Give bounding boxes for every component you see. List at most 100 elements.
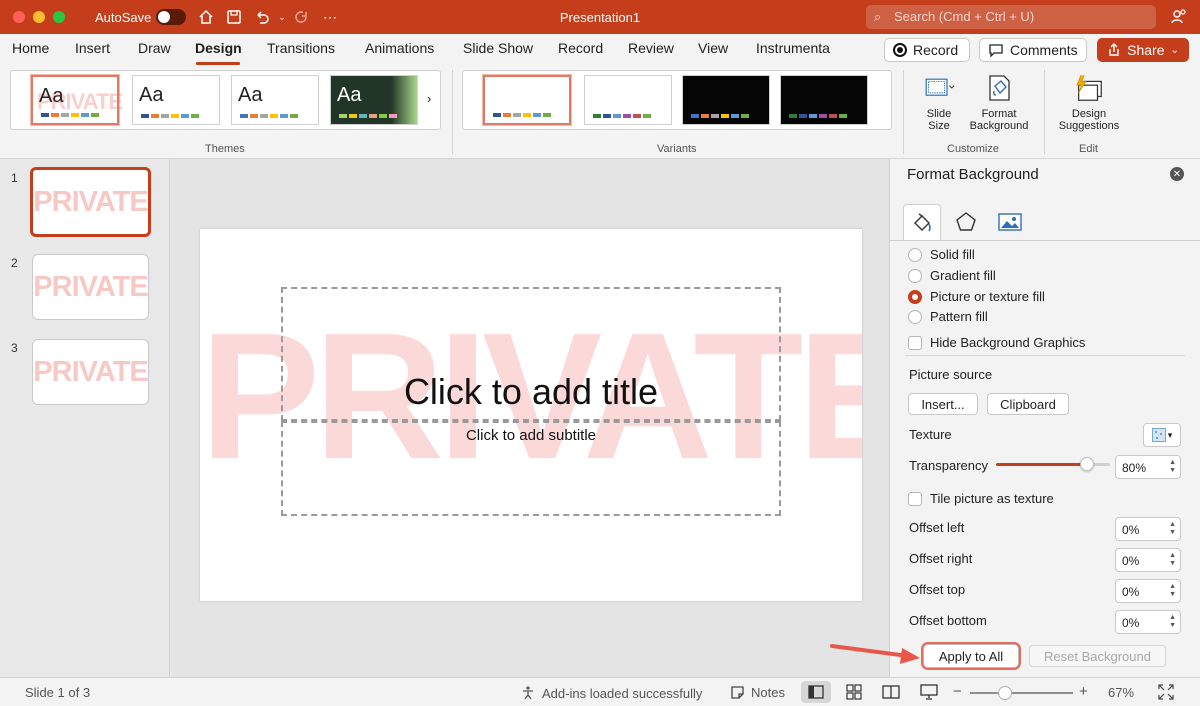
slide-size-button[interactable]: Slide Size: [914, 72, 964, 132]
notes-button[interactable]: Notes: [730, 685, 785, 700]
save-icon[interactable]: [224, 7, 244, 27]
offset-top-input[interactable]: 0% ▲ ▼: [1115, 579, 1181, 603]
zoom-level[interactable]: 67%: [1108, 685, 1134, 700]
slide-thumbnail-3[interactable]: PRIVATE: [32, 339, 149, 405]
slide-number: 1: [11, 171, 18, 185]
zoom-window-button[interactable]: [53, 11, 65, 23]
share-button[interactable]: Share ⌄: [1097, 38, 1189, 62]
tab-slide-show[interactable]: Slide Show: [463, 40, 533, 56]
title-placeholder[interactable]: Click to add title: [281, 287, 781, 421]
tab-design[interactable]: Design: [195, 40, 242, 56]
checkbox[interactable]: [908, 491, 922, 506]
variant-4[interactable]: [780, 75, 868, 125]
format-background-label-line2: Background: [969, 120, 1029, 132]
stepper-arrows-icon[interactable]: ▲ ▼: [1169, 521, 1176, 537]
fit-to-window-icon[interactable]: [1158, 684, 1174, 700]
format-background-button[interactable]: Format Background: [964, 72, 1034, 132]
normal-view-button[interactable]: [801, 681, 831, 703]
notes-label: Notes: [751, 685, 785, 700]
edit-group-label: Edit: [1079, 143, 1098, 155]
theme-green-dark[interactable]: Aa: [330, 75, 418, 125]
tab-review[interactable]: Review: [628, 40, 674, 56]
stepper-arrows-icon[interactable]: ▲ ▼: [1169, 614, 1176, 630]
close-window-button[interactable]: [13, 11, 25, 23]
current-slide[interactable]: PRIVATE Click to add title Click to add …: [200, 229, 862, 601]
stepper-arrows-icon[interactable]: ▲ ▼: [1169, 583, 1176, 599]
checkbox[interactable]: [908, 335, 922, 350]
tile-picture-option[interactable]: Tile picture as texture: [908, 491, 1054, 506]
tab-draw[interactable]: Draw: [138, 40, 171, 56]
tab-home[interactable]: Home: [12, 40, 49, 56]
zoom-slider-handle[interactable]: [998, 686, 1012, 700]
picture-texture-fill-option[interactable]: Picture or texture fill: [908, 289, 1045, 304]
reset-background-button[interactable]: Reset Background: [1029, 645, 1166, 667]
slideshow-view-button[interactable]: [914, 681, 944, 703]
apply-to-all-button[interactable]: Apply to All: [923, 644, 1019, 668]
tab-transitions[interactable]: Transitions: [267, 40, 335, 56]
chevron-down-icon: ▾: [1167, 429, 1173, 440]
tab-animations[interactable]: Animations: [365, 40, 434, 56]
slide-sorter-button[interactable]: [839, 681, 869, 703]
offset-left-input[interactable]: 0% ▲ ▼: [1115, 517, 1181, 541]
zoom-out-button[interactable]: −: [953, 683, 962, 700]
radio-button[interactable]: [908, 309, 922, 324]
solid-fill-option[interactable]: Solid fill: [908, 247, 975, 262]
effects-tab[interactable]: [947, 204, 985, 240]
slide-thumbnail-2[interactable]: PRIVATE: [32, 254, 149, 320]
reading-view-button[interactable]: [876, 681, 906, 703]
stepper-arrows-icon[interactable]: ▲ ▼: [1169, 552, 1176, 568]
insert-picture-button[interactable]: Insert...: [908, 393, 978, 415]
variant-2[interactable]: [584, 75, 672, 125]
tab-record[interactable]: Record: [558, 40, 603, 56]
variant-1[interactable]: [482, 74, 572, 126]
share-people-icon[interactable]: [1170, 8, 1188, 29]
gradient-fill-option[interactable]: Gradient fill: [908, 268, 996, 283]
design-suggestions-button[interactable]: Design Suggestions: [1054, 72, 1124, 132]
subtitle-placeholder[interactable]: Click to add subtitle: [281, 421, 781, 516]
more-icon[interactable]: ⋯: [320, 7, 340, 27]
slide-thumbnail-1[interactable]: PRIVATE: [30, 167, 151, 237]
addins-status-text: Add-ins loaded successfully: [542, 685, 703, 701]
search-input[interactable]: ⌕ Search (Cmd + Ctrl + U): [866, 5, 1156, 29]
picture-tab[interactable]: [991, 204, 1029, 240]
pattern-fill-option[interactable]: Pattern fill: [908, 309, 988, 324]
minimize-window-button[interactable]: [33, 11, 45, 23]
offset-bottom-input[interactable]: 0% ▲ ▼: [1115, 610, 1181, 634]
close-icon[interactable]: ✕: [1170, 167, 1184, 181]
tab-instrumenta[interactable]: Instrumenta: [756, 40, 830, 56]
radio-button[interactable]: [908, 268, 922, 283]
undo-icon[interactable]: [252, 7, 272, 27]
redo-icon[interactable]: [292, 7, 312, 27]
hide-background-graphics[interactable]: Hide Background Graphics: [908, 335, 1085, 350]
zoom-in-button[interactable]: +: [1079, 683, 1088, 700]
slider-handle[interactable]: [1080, 457, 1095, 471]
slide-thumbnail-pane: 1 PRIVATE 2 PRIVATE 3 PRIVATE: [0, 159, 170, 677]
chevron-right-icon[interactable]: ›: [427, 91, 431, 106]
transparency-input[interactable]: 80% ▲ ▼: [1115, 455, 1181, 479]
radio-button[interactable]: [908, 247, 922, 262]
clipboard-button[interactable]: Clipboard: [987, 393, 1069, 415]
radio-button-selected[interactable]: [908, 289, 922, 304]
autosave-toggle[interactable]: [156, 9, 186, 25]
fill-tab[interactable]: [903, 204, 941, 240]
title-bar: AutoSave ⌄ ⋯ Presentation1 ⌕ Search (Cmd…: [0, 0, 1200, 34]
ribbon-divider: [452, 70, 453, 154]
offset-right-input[interactable]: 0% ▲ ▼: [1115, 548, 1181, 572]
variant-color-bars: [691, 114, 749, 118]
transparency-slider[interactable]: [996, 457, 1110, 471]
variant-3[interactable]: [682, 75, 770, 125]
texture-picker[interactable]: ▾: [1143, 423, 1181, 447]
format-background-pane: Format Background ✕ Solid fill Gradient …: [889, 159, 1200, 677]
tab-insert[interactable]: Insert: [75, 40, 110, 56]
record-button[interactable]: Record: [884, 38, 970, 62]
theme-office-2013[interactable]: Aa: [231, 75, 319, 125]
theme-office[interactable]: Aa: [132, 75, 220, 125]
tab-view[interactable]: View: [698, 40, 728, 56]
slide-thumbnail-watermark: PRIVATE: [33, 355, 148, 388]
comments-button[interactable]: Comments: [979, 38, 1087, 62]
zoom-slider[interactable]: [970, 692, 1073, 694]
undo-dropdown-icon[interactable]: ⌄: [272, 7, 292, 27]
theme-office-private[interactable]: PRIVATE Aa: [30, 74, 123, 126]
home-icon[interactable]: [196, 7, 216, 27]
stepper-arrows-icon[interactable]: ▲ ▼: [1169, 459, 1176, 475]
